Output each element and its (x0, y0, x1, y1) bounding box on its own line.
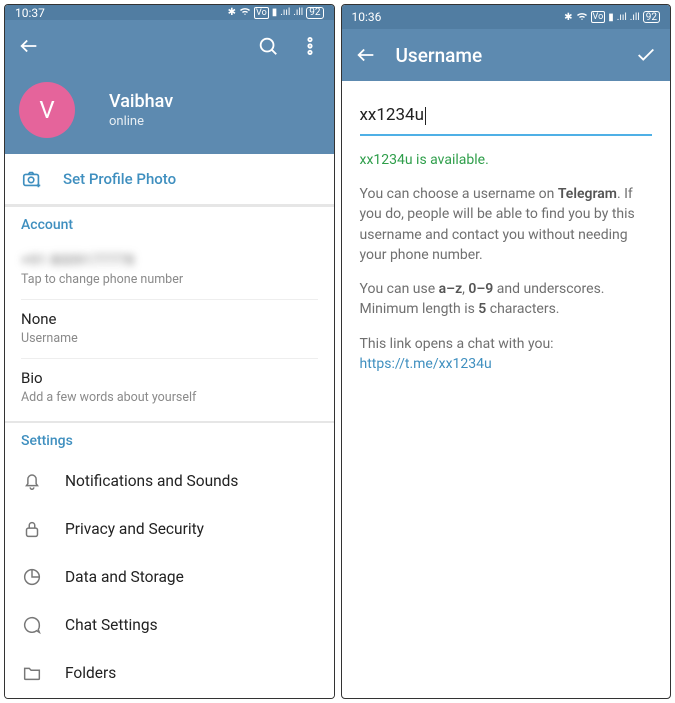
pie-icon (21, 566, 43, 588)
phone-number-item[interactable]: +91 8009177778 Tap to change phone numbe… (21, 241, 318, 300)
bell-icon (21, 470, 43, 492)
username-input[interactable]: xx1234u (360, 99, 653, 136)
settings-item-chat[interactable]: Chat Settings (21, 601, 318, 649)
camera-add-icon (21, 168, 43, 190)
signal-icon: ▮ (608, 12, 614, 23)
phone-username-screen: 10:36 ✱ Vo ▮ .ııl .ıll 92 Username xx (341, 4, 672, 699)
settings-item-label: Privacy and Security (65, 520, 204, 538)
confirm-icon[interactable] (634, 43, 658, 67)
username-header: Username (342, 29, 671, 81)
avatar[interactable]: V (19, 82, 75, 138)
signal-icon-3: .ıll (630, 12, 640, 23)
settings-item-privacy[interactable]: Privacy and Security (21, 505, 318, 553)
username-input-wrap[interactable]: xx1234u (360, 99, 653, 136)
search-icon[interactable] (256, 34, 280, 58)
username-body: xx1234u xx1234u is available. You can ch… (342, 81, 671, 388)
page-title: Username (396, 44, 483, 67)
status-indicators: ✱ Vo ▮ .ııl .ıll 92 (228, 5, 324, 20)
phone-hint: Tap to change phone number (21, 272, 318, 287)
username-item[interactable]: None Username (21, 300, 318, 359)
settings-item-label: Folders (65, 664, 116, 682)
bio-item[interactable]: Bio Add a few words about yourself (21, 359, 318, 417)
profile-name: Vaibhav (109, 91, 173, 112)
status-bar: 10:37 ✱ Vo ▮ .ııl .ıll 92 (5, 5, 334, 20)
bio-value: Bio (21, 369, 318, 387)
settings-title: Settings (21, 433, 318, 449)
username-link[interactable]: https://t.me/xx1234u (360, 356, 492, 372)
status-indicators: ✱ Vo ▮ .ııl .ıll 92 (564, 10, 660, 25)
wifi-icon (576, 10, 588, 25)
signal-icon-3: .ıll (293, 7, 303, 18)
username-hint: Username (21, 331, 318, 346)
phone-value: +91 8009177778 (21, 251, 318, 269)
status-bar: 10:36 ✱ Vo ▮ .ııl .ıll 92 (342, 5, 671, 29)
profile-header: V Vaibhav online (5, 20, 334, 154)
username-value: None (21, 310, 318, 328)
wifi-icon (239, 5, 251, 20)
settings-item-label: Notifications and Sounds (65, 472, 238, 490)
signal-icon: ▮ (272, 7, 278, 18)
text-caret (425, 107, 426, 125)
status-time: 10:37 (15, 6, 45, 20)
phone-settings-screen: 10:37 ✱ Vo ▮ .ııl .ıll 92 V (4, 4, 335, 699)
availability-text: xx1234u is available. (360, 150, 653, 170)
info-paragraph-2: You can use a–z, 0–9 and underscores. Mi… (360, 279, 653, 320)
profile-status: online (109, 114, 173, 129)
folder-icon (21, 662, 43, 684)
chat-icon (21, 614, 43, 636)
bluetooth-icon: ✱ (228, 7, 236, 18)
more-icon[interactable] (298, 34, 322, 58)
battery-indicator: 92 (643, 11, 660, 23)
profile-texts: Vaibhav online (109, 91, 173, 129)
account-title: Account (21, 217, 318, 233)
set-photo-label: Set Profile Photo (63, 170, 176, 188)
status-time: 10:36 (352, 10, 382, 24)
signal-icon-2: .ııl (280, 7, 290, 18)
settings-item-label: Chat Settings (65, 616, 158, 634)
battery-indicator: 92 (306, 7, 323, 19)
info-paragraph-3: This link opens a chat with you: https:/… (360, 334, 653, 375)
bio-hint: Add a few words about yourself (21, 390, 318, 405)
settings-item-folders[interactable]: Folders (21, 649, 318, 697)
settings-item-label: Data and Storage (65, 568, 184, 586)
volte-icon: Vo (591, 11, 606, 23)
settings-item-data[interactable]: Data and Storage (21, 553, 318, 601)
back-icon[interactable] (354, 43, 378, 67)
back-icon[interactable] (17, 34, 41, 58)
bluetooth-icon: ✱ (564, 12, 572, 23)
signal-icon-2: .ııl (617, 12, 627, 23)
volte-icon: Vo (254, 7, 269, 19)
set-profile-photo-button[interactable]: Set Profile Photo (5, 154, 334, 205)
settings-section: Settings Notifications and Sounds Privac… (5, 423, 334, 699)
lock-icon (21, 518, 43, 540)
account-section: Account +91 8009177778 Tap to change pho… (5, 207, 334, 421)
info-paragraph-1: You can choose a username on Telegram. I… (360, 184, 653, 265)
settings-item-notifications[interactable]: Notifications and Sounds (21, 457, 318, 505)
